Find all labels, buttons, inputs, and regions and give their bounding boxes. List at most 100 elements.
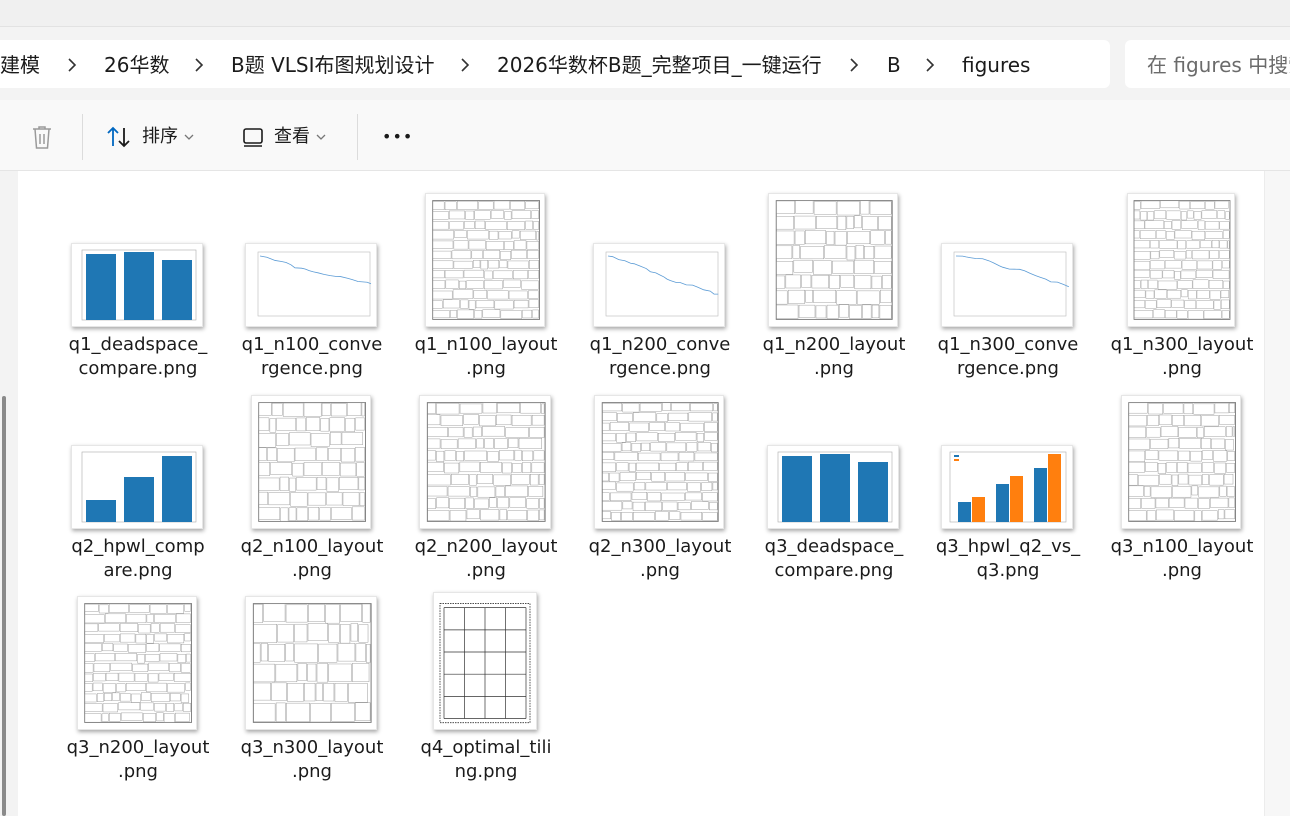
right-pane-edge (1264, 171, 1290, 816)
scrollbar-thumb[interactable] (2, 396, 6, 816)
file-thumbnail (1127, 193, 1235, 327)
file-name-line: q1_deadspace_ (68, 334, 208, 355)
address-bar[interactable]: 建模 26华数 B题 VLSI布图规划设计 2026华数杯B题_完整项目_一键运… (0, 40, 1110, 88)
chevron-right-icon[interactable] (62, 51, 82, 77)
left-pane-edge (0, 171, 18, 816)
file-item[interactable]: q1_n100_layout .png (401, 189, 571, 389)
file-item[interactable]: q1_deadspace_ compare.png (53, 189, 223, 389)
breadcrumb-item-3[interactable]: 2026华数杯B题_完整项目_一键运行 (497, 52, 822, 78)
file-thumbnail (251, 395, 371, 529)
file-thumbnail (425, 193, 545, 327)
file-name-line: compare.png (78, 358, 198, 379)
file-name-line: rgence.png (609, 358, 711, 379)
delete-button[interactable] (30, 120, 64, 154)
file-name-line: q2_hpwl_comp (71, 536, 205, 557)
file-name: q1_n200_layout .png (749, 333, 919, 381)
search-placeholder: 在 figures 中搜索 (1147, 53, 1290, 77)
file-name-line: q4_optimal_tili (420, 737, 552, 758)
file-item[interactable]: q2_n300_layout .png (575, 391, 745, 591)
file-name-line: q2_n100_layout (240, 536, 384, 557)
chevron-right-icon[interactable] (920, 51, 940, 77)
file-name-line: q1_n200_conve (589, 334, 731, 355)
file-name: q1_n300_layout .png (1097, 333, 1267, 381)
chevron-down-icon (184, 134, 194, 140)
file-name-line: q3.png (976, 560, 1040, 581)
file-name: q3_n100_layout .png (1097, 535, 1267, 583)
file-name-line: compare.png (774, 560, 894, 581)
breadcrumb-item-0[interactable]: 建模 (0, 52, 40, 78)
breadcrumb-item-2[interactable]: B题 VLSI布图规划设计 (231, 52, 435, 78)
file-name-line: rgence.png (957, 358, 1059, 379)
sort-icon (107, 126, 130, 148)
file-name-line: rgence.png (261, 358, 363, 379)
file-thumbnail (77, 596, 197, 730)
file-name-line: q3_n100_layout (1110, 536, 1254, 557)
file-thumbnail (941, 243, 1073, 327)
file-name-line: q3_n200_layout (66, 737, 210, 758)
file-name-line: q1_n100_conve (241, 334, 383, 355)
file-name: q1_deadspace_ compare.png (53, 333, 223, 381)
file-item[interactable]: q4_optimal_tili ng.png (401, 592, 571, 792)
chevron-right-icon[interactable] (189, 51, 209, 77)
file-name-line: .png (466, 560, 506, 581)
file-name: q2_n200_layout .png (401, 535, 571, 583)
file-item[interactable]: q1_n200_conve rgence.png (575, 189, 745, 389)
file-name: q3_n200_layout .png (53, 736, 223, 784)
file-name-line: .png (292, 761, 332, 782)
file-name-line: .png (292, 560, 332, 581)
sort-button[interactable]: 排序 (106, 120, 194, 154)
file-name: q2_n100_layout .png (227, 535, 397, 583)
file-name: q4_optimal_tili ng.png (401, 736, 571, 784)
file-item[interactable]: q2_n100_layout .png (227, 391, 397, 591)
chevron-down-icon (316, 134, 326, 140)
file-name: q1_n300_conve rgence.png (923, 333, 1093, 381)
sort-label: 排序 (142, 126, 178, 147)
file-thumbnail (767, 445, 899, 529)
file-name-line: .png (466, 358, 506, 379)
file-name-line: .png (118, 761, 158, 782)
file-name-line: ng.png (454, 761, 518, 782)
file-name: q3_hpwl_q2_vs_ q3.png (923, 535, 1093, 583)
file-thumbnail (245, 596, 377, 730)
breadcrumb-item-5[interactable]: figures (962, 52, 1030, 78)
file-thumbnail (1121, 395, 1241, 529)
file-name-line: .png (1162, 358, 1202, 379)
file-grid: q1_deadspace_ compare.png q1_n100_converge… (18, 171, 1264, 816)
chevron-right-icon[interactable] (455, 51, 475, 77)
file-thumbnail (593, 243, 725, 327)
file-name-line: q2_n300_layout (588, 536, 732, 557)
view-button[interactable]: 查看 (242, 120, 326, 154)
file-name-line: q2_n200_layout (414, 536, 558, 557)
file-item[interactable]: q3_n300_layout .png (227, 592, 397, 792)
more-options-button[interactable]: ••• (382, 120, 413, 154)
search-input[interactable]: 在 figures 中搜索 (1125, 40, 1290, 88)
file-name: q1_n100_layout .png (401, 333, 571, 381)
file-name-line: q1_n100_layout (414, 334, 558, 355)
file-name-line: .png (814, 358, 854, 379)
file-name-line: .png (1162, 560, 1202, 581)
file-name: q3_n300_layout .png (227, 736, 397, 784)
trash-icon (33, 126, 51, 149)
breadcrumb-item-4[interactable]: B (887, 52, 901, 78)
file-name-line: q1_n300_layout (1110, 334, 1254, 355)
file-item[interactable]: q3_deadspace_ compare.png (749, 391, 919, 591)
file-thumbnail (71, 445, 203, 529)
file-thumbnail (594, 395, 724, 529)
file-item[interactable]: q1_n300_layout .png (1097, 189, 1267, 389)
file-name: q1_n200_conve rgence.png (575, 333, 745, 381)
toolbar-divider (82, 114, 83, 160)
file-name: q3_deadspace_ compare.png (749, 535, 919, 583)
file-item[interactable]: q1_n300_conve rgence.png (923, 189, 1093, 389)
file-item[interactable]: q3_n200_layout .png (53, 592, 223, 792)
file-item[interactable]: q3_hpwl_q2_vs_ q3.png (923, 391, 1093, 591)
file-name: q2_n300_layout .png (575, 535, 745, 583)
file-item[interactable]: q2_hpwl_comp are.png (53, 391, 223, 591)
file-item[interactable]: q3_n100_layout .png (1097, 391, 1267, 591)
file-item[interactable]: q1_n200_layout .png (749, 189, 919, 389)
file-item[interactable]: q1_n100_conve rgence.png (227, 189, 397, 389)
breadcrumb-item-1[interactable]: 26华数 (104, 52, 169, 78)
file-thumbnail (245, 243, 377, 327)
file-item[interactable]: q2_n200_layout .png (401, 391, 571, 591)
chevron-right-icon[interactable] (844, 51, 864, 77)
file-name-line: are.png (103, 560, 173, 581)
